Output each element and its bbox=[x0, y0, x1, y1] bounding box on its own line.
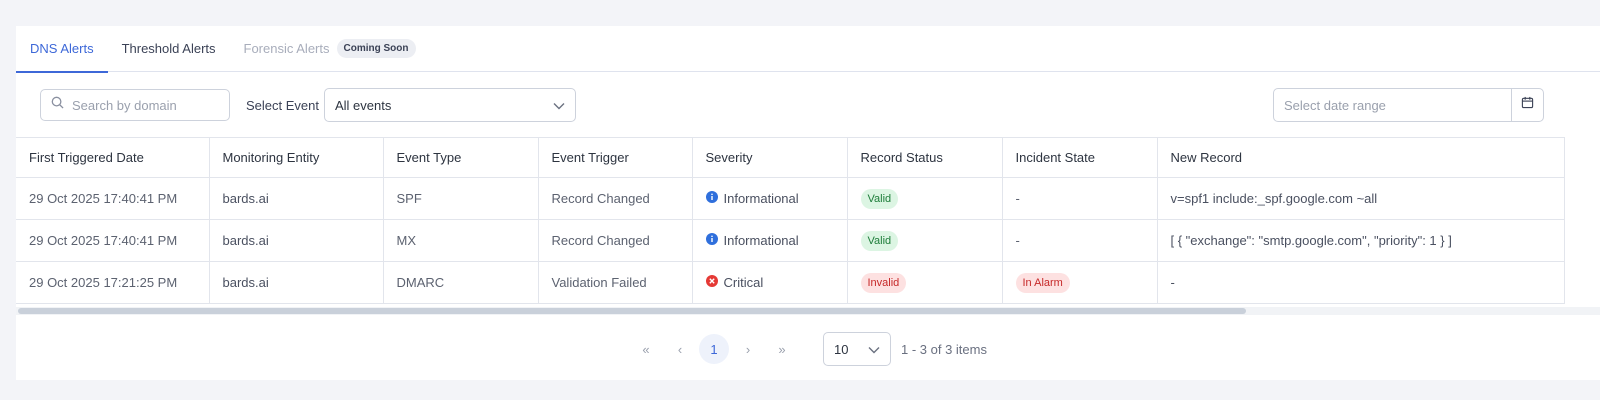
event-trigger: Record Changed bbox=[538, 177, 693, 220]
first-triggered-date: 29 Oct 2025 17:40:41 PM bbox=[16, 177, 210, 220]
monitoring-entity: bards.ai bbox=[209, 219, 384, 262]
next-page-button[interactable]: › bbox=[733, 334, 763, 364]
severity-label: Critical bbox=[723, 275, 764, 290]
new-record: [ { "exchange": "smtp.google.com", "prio… bbox=[1157, 219, 1565, 262]
filter-bar: Select Event All events bbox=[16, 72, 1600, 138]
column-header[interactable]: Record Status bbox=[847, 137, 1003, 178]
page-number-button[interactable]: 1 bbox=[699, 334, 729, 364]
critical-icon bbox=[705, 275, 718, 290]
event-select-value: All events bbox=[335, 97, 392, 113]
alerts-table: First Triggered Date Monitoring Entity E… bbox=[16, 137, 1565, 304]
tab-label: Threshold Alerts bbox=[121, 41, 216, 56]
event-trigger: Validation Failed bbox=[538, 261, 693, 304]
pagination: « ‹ 1 › » 10 1 - 3 of 3 items bbox=[16, 332, 1600, 366]
page-size-value: 10 bbox=[834, 341, 849, 357]
tab-forensic-alerts: Forensic Alerts Coming Soon bbox=[230, 26, 430, 72]
items-count: 1 - 3 of 3 items bbox=[901, 341, 987, 357]
first-triggered-date: 29 Oct 2025 17:40:41 PM bbox=[16, 219, 210, 262]
calendar-button[interactable] bbox=[1511, 89, 1543, 121]
record-status-cell: Invalid bbox=[847, 261, 1003, 304]
tab-threshold-alerts[interactable]: Threshold Alerts bbox=[108, 26, 230, 72]
incident-state-cell: In Alarm bbox=[1002, 261, 1158, 304]
column-header[interactable]: First Triggered Date bbox=[16, 137, 210, 178]
column-header[interactable]: Severity bbox=[692, 137, 848, 178]
status-badge: Valid bbox=[860, 188, 899, 209]
severity-label: Informational bbox=[723, 233, 799, 248]
new-record: v=spf1 include:_spf.google.com ~all bbox=[1157, 177, 1565, 220]
status-badge: Invalid bbox=[860, 272, 907, 293]
column-header[interactable]: Event Type bbox=[383, 137, 539, 178]
alerts-table-container: First Triggered Date Monitoring Entity E… bbox=[16, 137, 1600, 318]
severity-cell: Critical bbox=[692, 261, 848, 304]
event-type: MX bbox=[383, 219, 539, 262]
chevron-down-icon bbox=[868, 342, 880, 357]
severity-cell: Informational bbox=[692, 177, 848, 220]
monitoring-entity: bards.ai bbox=[209, 177, 384, 220]
record-status-cell: Valid bbox=[847, 219, 1003, 262]
alerts-tabs: DNS Alerts Threshold Alerts Forensic Ale… bbox=[16, 26, 1600, 73]
prev-page-button[interactable]: ‹ bbox=[665, 334, 695, 364]
status-badge: Valid bbox=[860, 230, 899, 251]
horizontal-scrollbar-thumb[interactable] bbox=[18, 308, 1246, 314]
table-row[interactable]: 29 Oct 2025 17:40:41 PM bards.ai MX Reco… bbox=[16, 219, 1565, 262]
record-status-cell: Valid bbox=[847, 177, 1003, 220]
date-range-input[interactable] bbox=[1274, 97, 1511, 113]
incident-state: - bbox=[1002, 177, 1158, 220]
incident-state: - bbox=[1002, 219, 1158, 262]
select-event-label: Select Event bbox=[246, 98, 319, 113]
search-input[interactable] bbox=[72, 97, 222, 113]
date-range-picker bbox=[1273, 88, 1544, 122]
column-header[interactable]: Event Trigger bbox=[538, 137, 693, 178]
event-trigger: Record Changed bbox=[538, 219, 693, 262]
incident-badge: In Alarm bbox=[1015, 272, 1070, 293]
calendar-icon bbox=[1521, 96, 1534, 114]
event-type: SPF bbox=[383, 177, 539, 220]
new-record: - bbox=[1157, 261, 1565, 304]
severity-cell: Informational bbox=[692, 219, 848, 262]
search-box bbox=[40, 89, 230, 121]
last-page-button[interactable]: » bbox=[767, 334, 797, 364]
column-header[interactable]: New Record bbox=[1157, 137, 1565, 178]
column-header[interactable]: Monitoring Entity bbox=[209, 137, 384, 178]
monitoring-entity: bards.ai bbox=[209, 261, 384, 304]
info-icon bbox=[705, 191, 718, 206]
search-icon bbox=[51, 96, 64, 114]
tab-dns-alerts[interactable]: DNS Alerts bbox=[16, 26, 108, 73]
column-header[interactable]: Incident State bbox=[1002, 137, 1158, 178]
alerts-panel: DNS Alerts Threshold Alerts Forensic Ale… bbox=[16, 26, 1600, 380]
event-select[interactable]: All events bbox=[324, 88, 576, 122]
table-row[interactable]: 29 Oct 2025 17:21:25 PM bards.ai DMARC V… bbox=[16, 261, 1565, 304]
info-icon bbox=[705, 233, 718, 248]
tab-label: DNS Alerts bbox=[30, 41, 94, 56]
tab-label: Forensic Alerts bbox=[243, 41, 330, 56]
page-size-select[interactable]: 10 bbox=[823, 332, 891, 366]
first-triggered-date: 29 Oct 2025 17:21:25 PM bbox=[16, 261, 210, 304]
coming-soon-badge: Coming Soon bbox=[336, 39, 416, 58]
chevron-down-icon bbox=[553, 98, 565, 113]
first-page-button[interactable]: « bbox=[631, 334, 661, 364]
table-row[interactable]: 29 Oct 2025 17:40:41 PM bards.ai SPF Rec… bbox=[16, 177, 1565, 220]
event-type: DMARC bbox=[383, 261, 539, 304]
severity-label: Informational bbox=[723, 191, 799, 206]
table-header-row: First Triggered Date Monitoring Entity E… bbox=[16, 137, 1565, 178]
